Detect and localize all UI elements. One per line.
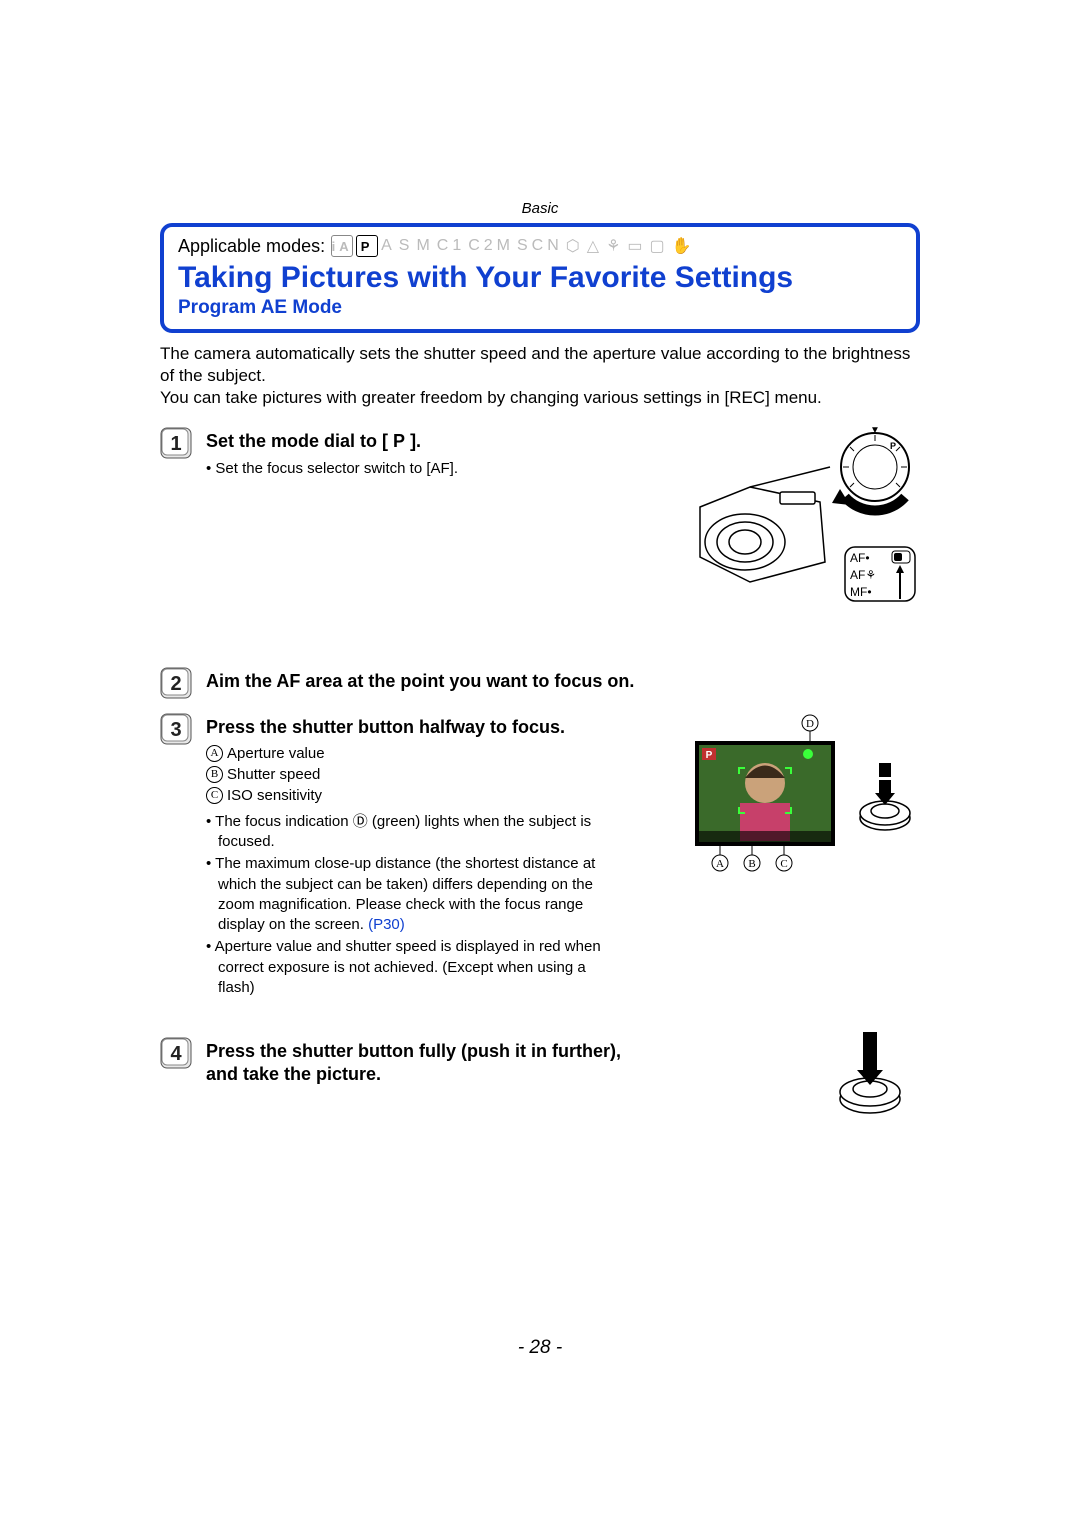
step-3-text: Press the shutter button halfway to focu… (206, 717, 565, 737)
page-title: Taking Pictures with Your Favorite Setti… (178, 261, 902, 295)
step-4: 4 Press the shutter button fully (push i… (160, 1037, 814, 1085)
step-3-bullet-2: The maximum close-up distance (the short… (206, 854, 626, 935)
step-number-2: 2 (160, 667, 192, 699)
mode-icon-12: ▢ (650, 236, 669, 256)
mode-icon-p: P (356, 235, 378, 257)
p-mode-glyph: P (393, 430, 405, 453)
svg-text:▼: ▼ (870, 427, 880, 436)
mode-icon-s: S (399, 237, 414, 255)
mode-icon-9: △ (587, 236, 603, 256)
step-1-text-b: ]. (410, 431, 421, 451)
mode-icon-c1: C1 (437, 237, 465, 255)
mode-icon-scn: SCN (517, 237, 563, 255)
svg-text:AF•: AF• (850, 551, 870, 565)
step-3-bullet-1: The focus indication Ⓓ (green) lights wh… (206, 812, 626, 853)
svg-text:P: P (706, 750, 713, 761)
svg-text:MF•: MF• (850, 585, 872, 599)
section-header: Basic (160, 200, 920, 217)
step-number-4: 4 (160, 1037, 192, 1069)
page-subtitle: Program AE Mode (178, 297, 902, 319)
step-number-1: 1 (160, 427, 192, 459)
step-4-text: Press the shutter button fully (push it … (206, 1037, 626, 1085)
step-number-3: 3 (160, 713, 192, 745)
svg-text:D: D (806, 718, 814, 730)
mode-icon-ia: iA (331, 235, 353, 257)
mode-icon-10: ⚘ (606, 236, 624, 256)
shutter-half-press-icon (860, 763, 910, 830)
step-1: 1 Set the mode dial to [ P ]. Set the fo… (160, 427, 674, 494)
intro-line-1: The camera automatically sets the shutte… (160, 343, 920, 387)
figure-camera-dial: ▼ P AF• AF⚘ MF• (690, 427, 920, 627)
svg-text:1: 1 (170, 433, 181, 455)
svg-text:C: C (780, 858, 787, 870)
svg-text:B: B (748, 858, 755, 870)
mode-icon-13: ✋ (672, 236, 696, 256)
step-3-bullet-3: Aperture value and shutter speed is disp… (206, 937, 626, 998)
step-1-text-a: Set the mode dial to [ (206, 431, 388, 451)
intro-text: The camera automatically sets the shutte… (160, 343, 920, 409)
mode-icons-row: iA P A S M C1 C2M SCN ⬡ △ ⚘ ▭ ▢ ✋ (331, 235, 695, 257)
applicable-modes-label: Applicable modes: (178, 236, 325, 257)
figure-lcd-preview: D P A B C (690, 713, 920, 883)
mode-icon-c2m: C2M (468, 237, 514, 255)
svg-text:2: 2 (170, 673, 181, 695)
svg-text:3: 3 (170, 719, 181, 741)
mode-icon-m: M (416, 237, 433, 255)
svg-text:AF⚘: AF⚘ (850, 568, 876, 582)
link-p30[interactable]: (P30) (368, 916, 405, 933)
svg-text:A: A (716, 858, 724, 870)
shutter-full-press-icon (830, 1027, 920, 1117)
intro-line-2: You can take pictures with greater freed… (160, 387, 920, 409)
svg-text:P: P (890, 441, 896, 451)
title-box: Applicable modes: iA P A S M C1 C2M SCN … (160, 223, 920, 333)
step-1-bullet: Set the focus selector switch to [AF]. (206, 459, 626, 479)
mode-icon-11: ▭ (627, 236, 646, 256)
mode-icon-a: A (381, 237, 396, 255)
step-3-legend: AAperture value BShutter speed CISO sens… (206, 743, 674, 806)
step-2-text: Aim the AF area at the point you want to… (206, 667, 920, 693)
mode-icon-8: ⬡ (566, 236, 584, 256)
step-2: 2 Aim the AF area at the point you want … (160, 667, 920, 699)
step-3: 3 Press the shutter button halfway to fo… (160, 713, 674, 1013)
svg-text:4: 4 (170, 1043, 182, 1065)
page-number: - 28 - (160, 1337, 920, 1359)
